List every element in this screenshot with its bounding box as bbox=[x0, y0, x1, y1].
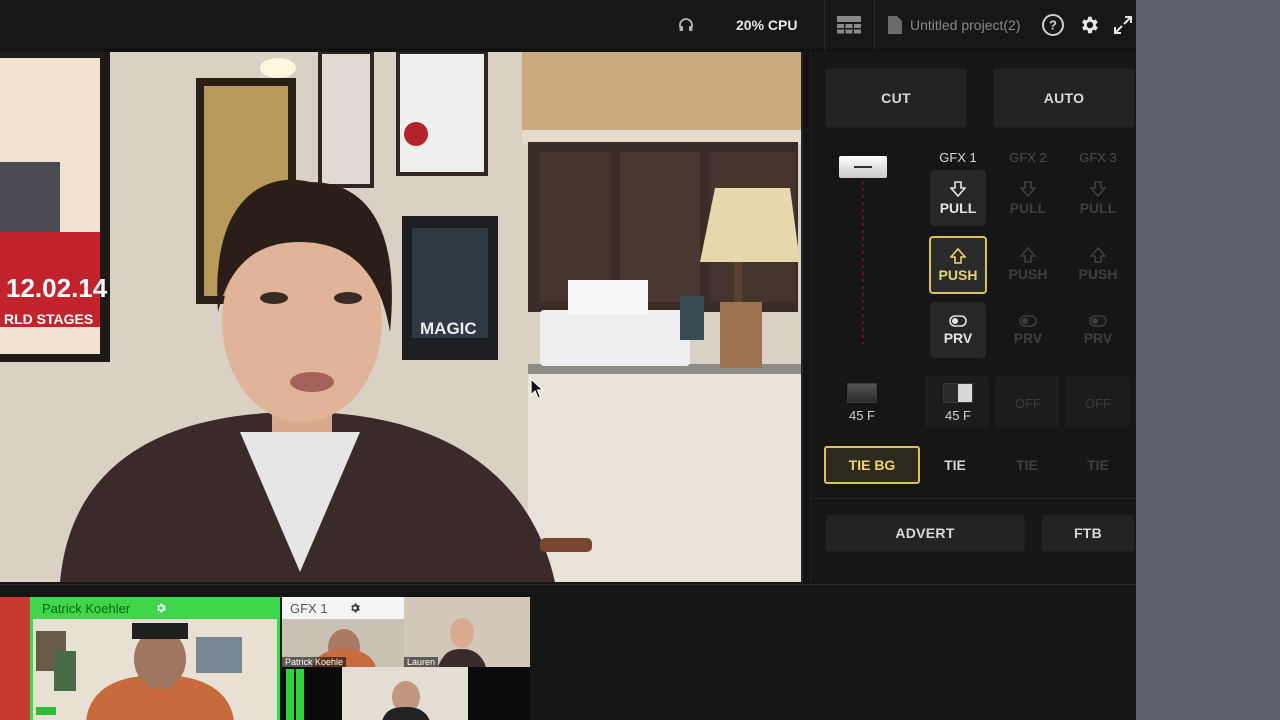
tbar-handle[interactable] bbox=[839, 156, 887, 178]
gfx3-header: GFX 3 bbox=[1079, 150, 1117, 165]
gfx1-transition-duration: 45 F bbox=[944, 408, 971, 423]
prv-label: PRV bbox=[1083, 329, 1113, 346]
program-view[interactable]: 12.02.14 RLD STAGES MAGIC bbox=[0, 52, 803, 582]
gfx1-pull-button[interactable]: PULL bbox=[930, 170, 986, 226]
tbar-track bbox=[862, 174, 864, 344]
pull-label: PULL bbox=[1079, 199, 1117, 216]
gfx1-tie-button[interactable]: TIE bbox=[925, 446, 985, 484]
tie-bg-button[interactable]: TIE BG bbox=[824, 446, 920, 484]
multiview-strip: Patrick Koehler GFX 1 Patrick Koehle Lau… bbox=[0, 584, 1136, 720]
gear-icon[interactable] bbox=[152, 599, 170, 617]
cut-button[interactable]: CUT bbox=[825, 68, 967, 128]
fade-to-black-button[interactable]: FTB bbox=[1041, 514, 1135, 552]
help-icon[interactable]: ? bbox=[1040, 0, 1066, 50]
poster-date: 12.02.14 bbox=[6, 273, 108, 303]
gfx2-push-button[interactable]: PUSH bbox=[1000, 236, 1056, 292]
arrow-down-icon bbox=[1020, 180, 1036, 197]
toggle-icon bbox=[1089, 314, 1107, 327]
gear-icon[interactable] bbox=[346, 599, 364, 617]
arrow-down-icon bbox=[1090, 180, 1106, 197]
program-video-frame: 12.02.14 RLD STAGES MAGIC bbox=[0, 52, 801, 582]
gfx2-transition-duration: OFF bbox=[1015, 395, 1041, 411]
cpu-usage: 20% CPU bbox=[736, 17, 798, 33]
gfx1-push-button[interactable]: PUSH bbox=[929, 236, 987, 294]
desktop-background bbox=[1136, 0, 1280, 720]
advert-button[interactable]: ADVERT bbox=[825, 514, 1025, 552]
gfx3-transition-duration: OFF bbox=[1085, 395, 1111, 411]
gfx2-transition-selector[interactable]: OFF bbox=[993, 374, 1063, 432]
transition-control-panel: CUT AUTO GFX 1 GFX 2 GFX 3 PULL PULL PUL… bbox=[810, 52, 1136, 582]
mouse-cursor-icon bbox=[530, 378, 544, 399]
bg-transition-selector[interactable]: 45 F bbox=[827, 374, 897, 432]
headphones-icon[interactable] bbox=[674, 0, 698, 50]
tile-caption-patrick: Patrick Koehle bbox=[282, 657, 347, 667]
auto-button[interactable]: AUTO bbox=[993, 68, 1135, 128]
arrow-up-icon bbox=[1020, 246, 1036, 263]
gfx1-transition-selector[interactable]: 45 F bbox=[923, 374, 993, 432]
push-label: PUSH bbox=[1008, 265, 1048, 282]
svg-text:?: ? bbox=[1049, 18, 1057, 33]
tile-caption-lauren: Lauren bbox=[404, 657, 439, 667]
arrow-up-icon bbox=[950, 247, 966, 264]
source2-label: GFX 1 bbox=[282, 597, 404, 619]
arrow-down-icon bbox=[950, 180, 966, 197]
prv-label: PRV bbox=[1013, 329, 1043, 346]
divider bbox=[824, 0, 825, 50]
toggle-icon bbox=[949, 314, 967, 327]
gfx3-pull-button[interactable]: PULL bbox=[1070, 170, 1126, 226]
pull-label: PULL bbox=[939, 199, 977, 216]
gfx3-push-button[interactable]: PUSH bbox=[1070, 236, 1126, 292]
project-title[interactable]: Untitled project(2) bbox=[888, 0, 1021, 50]
bg-transition-duration: 45 F bbox=[848, 408, 875, 423]
switcher-app: 20% CPU Untitled project(2) ? 12.02.14 R… bbox=[0, 0, 1136, 720]
gfx2-preview-button[interactable]: PRV bbox=[1000, 302, 1056, 358]
wipe-transition-icon bbox=[943, 383, 973, 403]
push-label: PUSH bbox=[938, 266, 978, 283]
arrow-up-icon bbox=[1090, 246, 1106, 263]
poster-text: RLD STAGES bbox=[4, 311, 93, 327]
poster-magic-text: MAGIC bbox=[420, 319, 477, 338]
gfx3-tie-button[interactable]: TIE bbox=[1068, 446, 1128, 484]
gfx3-transition-selector[interactable]: OFF bbox=[1063, 374, 1133, 432]
source-tile-camera[interactable]: Patrick Koehler bbox=[0, 597, 280, 720]
prv-label: PRV bbox=[943, 329, 973, 346]
divider bbox=[811, 498, 1136, 499]
gfx1-preview-button[interactable]: PRV bbox=[930, 302, 986, 358]
top-bar: 20% CPU Untitled project(2) ? bbox=[0, 0, 1136, 50]
gfx3-preview-button[interactable]: PRV bbox=[1070, 302, 1126, 358]
fade-transition-icon bbox=[847, 383, 877, 403]
gfx2-pull-button[interactable]: PULL bbox=[1000, 170, 1056, 226]
gear-icon[interactable] bbox=[1076, 0, 1102, 50]
document-icon bbox=[888, 16, 902, 34]
source-tile-gfx1[interactable]: GFX 1 Patrick Koehle Lauren bbox=[282, 597, 530, 720]
gfx2-header: GFX 2 bbox=[1009, 150, 1047, 165]
fullscreen-icon[interactable] bbox=[1110, 0, 1136, 50]
gfx2-tie-button[interactable]: TIE bbox=[997, 446, 1057, 484]
gfx1-header: GFX 1 bbox=[939, 150, 977, 165]
project-name: Untitled project(2) bbox=[910, 17, 1021, 33]
pull-label: PULL bbox=[1009, 199, 1047, 216]
toggle-icon bbox=[1019, 314, 1037, 327]
divider bbox=[874, 0, 875, 50]
multiview-layout-icon[interactable] bbox=[836, 0, 862, 50]
push-label: PUSH bbox=[1078, 265, 1118, 282]
